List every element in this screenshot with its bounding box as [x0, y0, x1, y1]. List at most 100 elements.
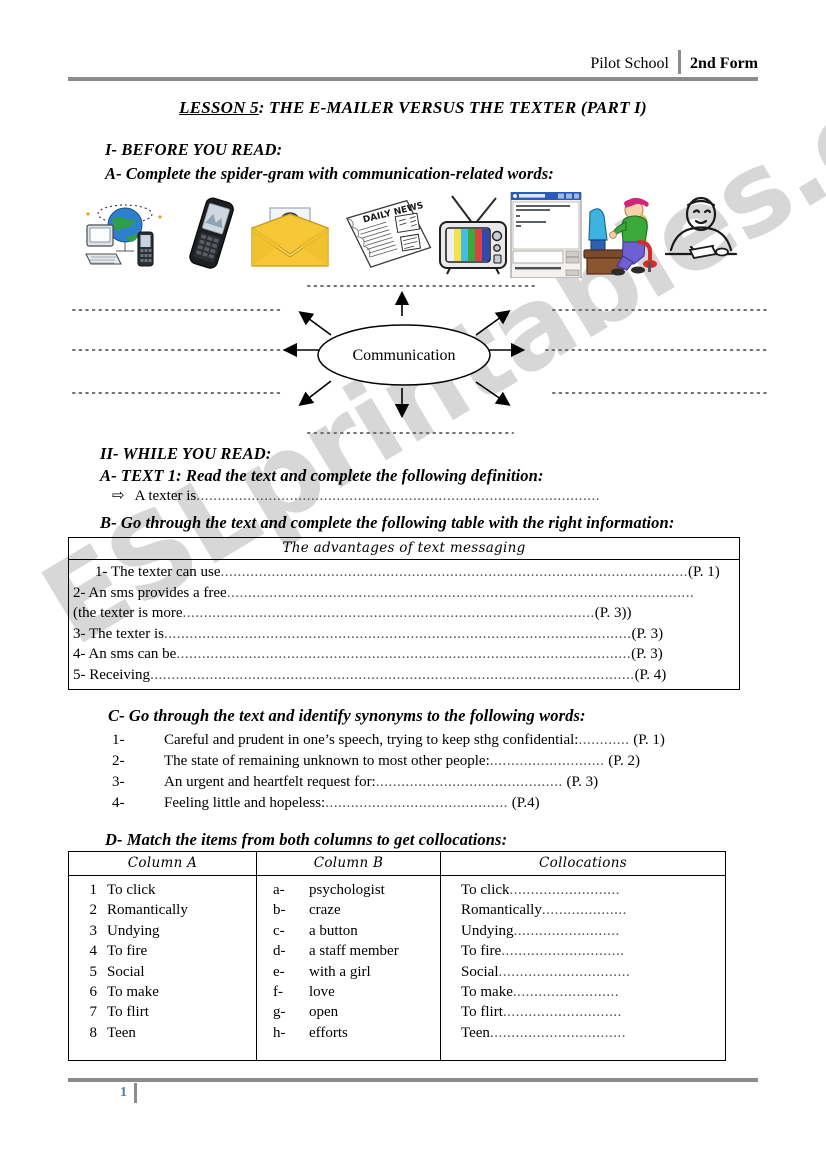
column-a-label: To make — [107, 984, 159, 1001]
column-a-item[interactable]: 7 To flirt — [69, 1002, 256, 1022]
advantage-dots: ........................................… — [220, 564, 689, 580]
collocations-body-row: 1 To click 2 Romantically 3 Undying 4 To fire 5 S… — [68, 875, 726, 1061]
advantage-row[interactable]: 2- An sms provides a free...............… — [73, 583, 735, 604]
advantage-row[interactable]: (the texter is more.....................… — [73, 603, 735, 624]
communication-icon-strip: DAILY NEWS — [82, 192, 738, 278]
column-a-item[interactable]: 8 Teen — [69, 1023, 256, 1043]
advantage-text: 3- The texter is — [73, 625, 164, 642]
synonyms-list: 1- Careful and prudent in one’s speech, t… — [112, 730, 732, 814]
column-b-letter: d- — [273, 943, 286, 960]
section-1-heading: I- BEFORE YOU READ: — [105, 140, 283, 159]
column-b-item[interactable]: e-with a girl — [257, 962, 440, 982]
column-b-label: a button — [309, 922, 358, 939]
collocation-answer-line[interactable]: Romantically.................... — [441, 900, 725, 920]
advantage-row[interactable]: 3- The texter is........................… — [73, 624, 735, 645]
girl-at-computer-icon — [583, 197, 657, 276]
synonym-row[interactable]: 1- Careful and prudent in one’s speech, t… — [112, 730, 732, 751]
synonym-number: 2- — [112, 753, 125, 769]
section-1a-instruction: A- Complete the spider-gram with communi… — [105, 164, 554, 183]
column-b-item[interactable]: b-craze — [257, 900, 440, 920]
column-b-item[interactable]: c-a button — [257, 921, 440, 941]
column-a-label: Undying — [107, 922, 160, 939]
column-b-label: a staff member — [309, 943, 399, 960]
synonym-row[interactable]: 3- An urgent and heartfelt request for:..… — [112, 772, 732, 793]
synonym-paragraph-ref: (P. 2) — [604, 753, 640, 769]
advantages-body-cell: 1- The texter can use...................… — [68, 559, 740, 690]
definition-answer-line[interactable]: ⇨ A texter is............................… — [112, 486, 612, 505]
advantages-rows: 1- The texter can use...................… — [73, 562, 735, 685]
collocation-answer-line[interactable]: To make......................... — [441, 982, 725, 1002]
synonym-dots: ........................................… — [325, 795, 508, 811]
header-rule — [68, 77, 758, 81]
section-2a-instruction: A- TEXT 1: Read the text and complete th… — [100, 466, 544, 485]
section-2c-instruction: C- Go through the text and identify syno… — [108, 706, 586, 725]
column-b-item[interactable]: d-a staff member — [257, 941, 440, 961]
collocation-answer-line[interactable]: To click.......................... — [441, 880, 725, 900]
column-b-item[interactable]: h-efforts — [257, 1023, 440, 1043]
arrow-bullet-icon: ⇨ — [112, 486, 125, 504]
column-a-item[interactable]: 5 Social — [69, 962, 256, 982]
section-2d-instruction: D- Match the items from both columns to … — [105, 830, 508, 849]
column-b-letter: h- — [273, 1024, 286, 1041]
advantages-header-row: The advantages of text messaging — [68, 537, 740, 560]
definition-prompt: A texter is — [134, 488, 197, 504]
column-b-letter: e- — [273, 963, 285, 980]
column-a-item[interactable]: 3 Undying — [69, 921, 256, 941]
synonym-text: Feeling little and hopeless: — [164, 795, 326, 811]
advantage-text: 5- Receiving — [73, 666, 151, 683]
advantage-dots: ........................................… — [226, 584, 695, 601]
column-a-cell: 1 To click 2 Romantically 3 Undying 4 To fire 5 S… — [68, 875, 257, 1061]
synonym-row[interactable]: 2- The state of remaining unknown to most… — [112, 751, 732, 772]
advantage-row[interactable]: 4- An sms can be........................… — [73, 644, 735, 665]
page-title: LESSON 5: THE E-MAILER VERSUS THE TEXTER… — [0, 98, 826, 118]
collocation-label: Romantically — [461, 902, 542, 919]
advantage-text: 1- The texter can use — [95, 564, 221, 580]
advantage-dots: ........................................… — [150, 666, 635, 683]
collocation-answer-line[interactable]: Social............................... — [441, 962, 725, 982]
column-b-letter: a- — [273, 882, 285, 898]
synonym-number: 1- — [112, 732, 125, 748]
advantage-row[interactable]: 1- The texter can use...................… — [73, 562, 735, 583]
column-b-item[interactable]: f-love — [257, 982, 440, 1002]
spidergram-center-label: Communication — [352, 347, 455, 364]
page-header: Pilot School 2nd Form — [68, 48, 758, 81]
collocation-dots: ............................. — [501, 943, 625, 960]
column-b-item[interactable]: a-psychologist — [257, 880, 440, 900]
column-a-item[interactable]: 2 Romantically — [69, 900, 256, 920]
synonym-paragraph-ref: (P. 3) — [562, 774, 599, 790]
column-a-item[interactable]: 6 To make — [69, 982, 256, 1002]
advantage-dots: ........................................… — [176, 646, 632, 662]
column-a-number: 8 — [89, 1024, 98, 1041]
lesson-label: LESSON 5 — [179, 98, 259, 117]
collocation-label: To fire — [461, 943, 502, 960]
computer-globe-phones-icon — [85, 204, 162, 267]
collocation-label: Undying — [461, 922, 514, 939]
collocation-dots: .......................... — [509, 882, 621, 898]
spidergram-diagram: Communication — [72, 285, 768, 434]
collocation-dots: ................................ — [489, 1024, 626, 1041]
collocation-label: To flirt — [461, 1004, 503, 1021]
column-b-cell: a-psychologist b-craze c-a button d-a staff… — [256, 875, 441, 1061]
column-a-label: Social — [107, 963, 145, 980]
collocation-answer-line[interactable]: Undying......................... — [441, 921, 725, 941]
collocation-answer-line[interactable]: Teen................................ — [441, 1023, 725, 1043]
column-a-item[interactable]: 1 To click — [69, 880, 256, 900]
column-a-number: 6 — [89, 984, 98, 1001]
mobile-phone-icon — [189, 197, 234, 269]
column-a-item[interactable]: 4 To fire — [69, 941, 256, 961]
synonym-row[interactable]: 4- Feeling little and hopeless:..........… — [112, 793, 732, 814]
column-b-label: open — [309, 1004, 339, 1021]
email-envelope-icon — [251, 207, 329, 267]
column-b-label: craze — [309, 902, 341, 919]
advantage-paragraph-ref: (P. 3)) — [594, 605, 632, 621]
collocations-items: To click.......................... Romant… — [441, 880, 725, 1043]
column-b-letter: g- — [273, 1004, 286, 1021]
column-b-item[interactable]: g-open — [257, 1002, 440, 1022]
advantage-row[interactable]: 5- Receiving............................… — [73, 665, 735, 686]
chat-window-icon — [510, 192, 582, 278]
collocation-answer-line[interactable]: To fire............................. — [441, 941, 725, 961]
collocation-answer-line[interactable]: To flirt............................ — [441, 1002, 725, 1022]
advantages-header-cell: The advantages of text messaging — [68, 537, 740, 560]
column-b-label: psychologist — [309, 882, 385, 898]
advantage-paragraph-ref: (P. 4) — [634, 666, 667, 683]
